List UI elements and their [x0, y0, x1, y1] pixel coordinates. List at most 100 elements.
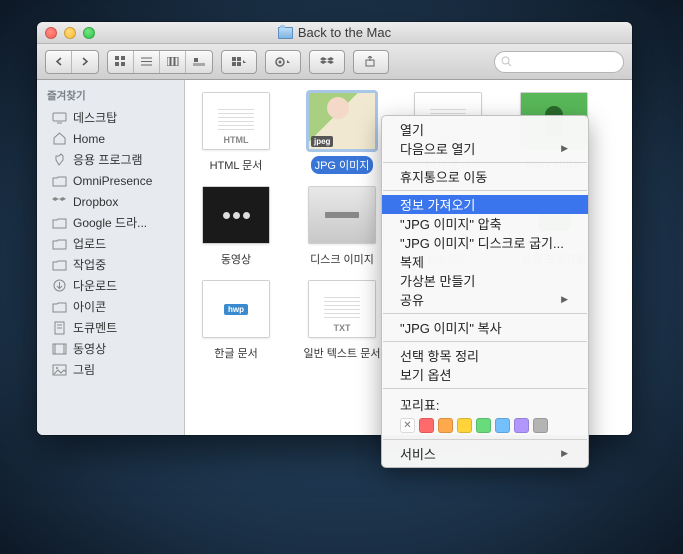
file-label: HTML 문서 [206, 156, 267, 174]
sidebar-item-1[interactable]: Home [37, 128, 184, 149]
file-item-1[interactable]: jpegJPG 이미지 [299, 92, 385, 174]
file-thumbnail: TXT [308, 280, 376, 338]
menu-item-label: 다음으로 열기 [400, 139, 475, 158]
menu-item[interactable]: 다음으로 열기 ▶ [382, 139, 588, 158]
sidebar-item-label: 동영상 [73, 340, 106, 357]
search-icon [501, 56, 512, 67]
zoom-button[interactable] [83, 27, 95, 39]
file-thumbnail: jpeg [308, 92, 376, 150]
file-thumbnail: HTML [202, 92, 270, 150]
file-item-4[interactable]: 동영상 [193, 186, 279, 268]
menu-item[interactable]: 선택 항목 정리 [382, 346, 588, 365]
dropbox-button[interactable] [310, 51, 344, 73]
tag-color-7[interactable] [533, 418, 548, 433]
menu-item-label: "JPG 이미지" 압축 [400, 214, 502, 233]
sidebar-item-0[interactable]: 데스크탑 [37, 107, 184, 128]
action-button-group [265, 50, 301, 74]
sidebar-item-11[interactable]: 동영상 [37, 338, 184, 359]
tags-row: ✕ [382, 414, 588, 435]
minimize-button[interactable] [64, 27, 76, 39]
titlebar[interactable]: Back to the Mac [37, 22, 632, 44]
movie-icon [51, 342, 67, 356]
menu-item[interactable]: 보기 옵션 [382, 365, 588, 384]
desktop-icon [51, 111, 67, 125]
tag-color-3[interactable] [457, 418, 472, 433]
sidebar-item-5[interactable]: Google 드라... [37, 212, 184, 233]
tag-color-2[interactable] [438, 418, 453, 433]
file-item-0[interactable]: HTML HTML 문서 [193, 92, 279, 174]
menu-item-label: 휴지통으로 이동 [400, 167, 487, 186]
file-item-5[interactable]: 디스크 이미지 [299, 186, 385, 268]
download-icon [51, 279, 67, 293]
sidebar-item-label: 응용 프로그램 [73, 151, 143, 168]
folder-icon [51, 258, 67, 272]
menu-separator [383, 439, 587, 440]
action-button[interactable] [266, 51, 300, 73]
sidebar-item-7[interactable]: 작업중 [37, 254, 184, 275]
sidebar-item-8[interactable]: 다운로드 [37, 275, 184, 296]
sidebar-item-label: 다운로드 [73, 277, 117, 294]
sidebar: 즐겨찾기 데스크탑Home응용 프로그램OmniPresenceDropboxG… [37, 80, 185, 435]
tag-color-1[interactable] [419, 418, 434, 433]
menu-item[interactable]: 가상본 만들기 [382, 271, 588, 290]
sidebar-item-label: 작업중 [73, 256, 106, 273]
menu-item-label: "JPG 이미지" 복사 [400, 318, 502, 337]
sidebar-item-4[interactable]: Dropbox [37, 191, 184, 212]
sidebar-item-label: Google 드라... [73, 214, 147, 231]
sidebar-item-label: OmniPresence [73, 174, 152, 188]
share-button-group [353, 50, 389, 74]
submenu-arrow-icon: ▶ [561, 143, 568, 154]
icon-view-button[interactable] [108, 51, 134, 73]
tag-none[interactable]: ✕ [400, 418, 415, 433]
folder-icon [278, 27, 293, 39]
menu-item-services[interactable]: 서비스▶ [382, 444, 588, 463]
menu-item[interactable]: 복제 [382, 252, 588, 271]
menu-item[interactable]: "JPG 이미지" 압축 [382, 214, 588, 233]
sidebar-item-label: 그림 [73, 361, 95, 378]
close-button[interactable] [45, 27, 57, 39]
share-button[interactable] [354, 51, 388, 73]
arrange-button[interactable] [222, 51, 256, 73]
menu-item-label: 서비스 [400, 444, 436, 463]
sidebar-item-label: 업로드 [73, 235, 106, 252]
menu-item[interactable]: 휴지통으로 이동 [382, 167, 588, 186]
tag-color-6[interactable] [514, 418, 529, 433]
menu-separator [383, 388, 587, 389]
menu-item[interactable]: 열기 [382, 120, 588, 139]
sidebar-item-3[interactable]: OmniPresence [37, 170, 184, 191]
search-field[interactable] [494, 51, 624, 73]
folder-icon [51, 216, 67, 230]
menu-item-label: 복제 [400, 252, 424, 271]
back-button[interactable] [46, 51, 72, 73]
tag-color-5[interactable] [495, 418, 510, 433]
search-input[interactable] [516, 56, 606, 68]
sidebar-item-label: 아이콘 [73, 298, 106, 315]
file-thumbnail [202, 186, 270, 244]
sidebar-item-6[interactable]: 업로드 [37, 233, 184, 254]
tag-color-4[interactable] [476, 418, 491, 433]
file-item-8[interactable]: hwp한글 문서 [193, 280, 279, 362]
coverflow-view-button[interactable] [186, 51, 212, 73]
menu-item-label: 정보 가져오기 [400, 195, 475, 214]
traffic-lights [45, 27, 95, 39]
folder-icon [51, 237, 67, 251]
nav-buttons [45, 50, 99, 74]
menu-item[interactable]: "JPG 이미지" 복사 [382, 318, 588, 337]
sidebar-item-label: Dropbox [73, 195, 118, 209]
view-switcher [107, 50, 213, 74]
list-view-button[interactable] [134, 51, 160, 73]
file-label: 일반 텍스트 문서 [300, 344, 385, 362]
sidebar-item-10[interactable]: 도큐멘트 [37, 317, 184, 338]
file-item-9[interactable]: TXT 일반 텍스트 문서 [299, 280, 385, 362]
sidebar-item-12[interactable]: 그림 [37, 359, 184, 380]
menu-item[interactable]: 공유▶ [382, 290, 588, 309]
forward-button[interactable] [72, 51, 98, 73]
sidebar-item-2[interactable]: 응용 프로그램 [37, 149, 184, 170]
dropbox-icon [51, 195, 67, 209]
menu-item[interactable]: 정보 가져오기 [382, 195, 588, 214]
sidebar-item-9[interactable]: 아이콘 [37, 296, 184, 317]
sidebar-item-label: Home [73, 132, 105, 146]
column-view-button[interactable] [160, 51, 186, 73]
window-title-text: Back to the Mac [298, 25, 391, 40]
menu-item[interactable]: "JPG 이미지" 디스크로 굽기... [382, 233, 588, 252]
